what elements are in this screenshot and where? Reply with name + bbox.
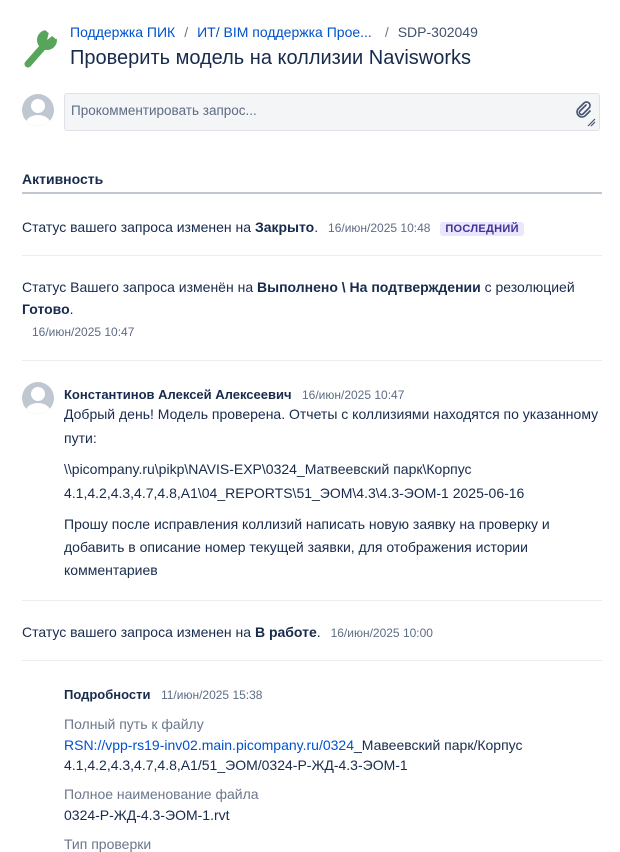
breadcrumb-project-link[interactable]: Поддержка ПИК xyxy=(70,24,175,40)
breadcrumb-queue-link[interactable]: ИТ/ BIM поддержка Прое... xyxy=(197,24,372,40)
divider xyxy=(22,600,602,601)
path-text: _Мавеевский парк/Корпус xyxy=(354,737,523,753)
comment-paragraph-2: \\picompany.ru\pikp\NAVIS-EXP\0324_Матве… xyxy=(64,458,524,504)
path-text: 4.1,4.2,4.3,4.7,4.8,А1/51_ЭОМ/0324-Р-ЖД-… xyxy=(64,757,408,773)
timestamp: 16/июн/2025 10:00 xyxy=(330,626,433,640)
comment-paragraph-1: Добрый день! Модель проверена. Отчеты с … xyxy=(64,403,598,449)
field-value-path: RSN://vpp-rs19-inv02.main.picompany.ru/0… xyxy=(64,735,523,775)
status-change-closed: Статус вашего запроса изменен на Закрыто… xyxy=(22,216,524,240)
details-header: Подробности 11/июн/2025 15:38 xyxy=(64,686,262,704)
activity-divider xyxy=(22,192,602,194)
status-prefix: Статус Вашего запроса изменён на xyxy=(22,279,257,295)
comment-line: Прошу после исправления коллизий написат… xyxy=(64,516,550,532)
status-change-resolved: Статус Вашего запроса изменён на Выполне… xyxy=(22,276,602,320)
timestamp: 16/июн/2025 10:48 xyxy=(328,221,431,235)
comment-header: Константинов Алексей Алексеевич 16/июн/2… xyxy=(64,386,404,404)
file-path-link[interactable]: RSN://vpp-rs19-inv02.main.picompany.ru/0… xyxy=(64,737,354,753)
status-suffix: . xyxy=(316,624,321,640)
activity-heading: Активность xyxy=(22,171,104,187)
resolution-value: Готово xyxy=(22,301,70,317)
current-user-avatar xyxy=(22,94,54,126)
timestamp: 16/июн/2025 10:47 xyxy=(32,325,135,339)
commenter-avatar xyxy=(22,382,54,414)
resize-grip-icon[interactable] xyxy=(587,118,596,127)
paperclip-icon[interactable] xyxy=(575,100,591,118)
status-change-in-progress: Статус вашего запроса изменен на В работ… xyxy=(22,621,433,644)
comment-box[interactable] xyxy=(64,93,600,131)
divider xyxy=(22,255,602,256)
status-value: В работе xyxy=(254,624,317,640)
comment-line: 4.1,4.2,4.3,4.7,4.8,А1\04_REPORTS\51_ЭОМ… xyxy=(64,485,525,501)
comment-paragraph-3: Прошу после исправления коллизий написат… xyxy=(64,513,550,581)
divider xyxy=(22,360,602,361)
field-label-path: Полный путь к файлу xyxy=(64,716,204,732)
latest-badge: ПОСЛЕДНИЙ xyxy=(440,222,524,236)
field-label-filename: Полное наименование файла xyxy=(64,786,259,802)
status-prefix: Статус вашего запроса изменен на xyxy=(22,624,255,640)
resolution-prefix: с резолюцией xyxy=(480,279,575,295)
issue-key: SDP-302049 xyxy=(397,24,478,40)
comment-author: Константинов Алексей Алексеевич xyxy=(64,387,292,402)
status-value: Закрыто xyxy=(254,219,315,235)
comment-line: комментариев xyxy=(64,562,158,578)
status-prefix: Статус вашего запроса изменен на xyxy=(22,219,255,235)
comment-line: \\picompany.ru\pikp\NAVIS-EXP\0324_Матве… xyxy=(64,461,472,477)
comment-line: пути: xyxy=(64,430,97,446)
status-suffix: . xyxy=(314,219,319,235)
page-title: Проверить модель на коллизии Navisworks xyxy=(70,47,471,69)
field-value-filename: 0324-Р-ЖД-4.3-ЭОМ-1.rvt xyxy=(64,807,230,823)
wrench-icon xyxy=(24,26,60,68)
comment-input[interactable] xyxy=(71,100,571,120)
comment-line: Добрый день! Модель проверена. Отчеты с … xyxy=(64,406,599,422)
status-suffix: . xyxy=(69,301,74,317)
details-heading: Подробности xyxy=(64,687,151,702)
timestamp: 16/июн/2025 10:47 xyxy=(301,388,405,402)
status-value: Выполнено \ На подтверждении xyxy=(257,279,481,295)
timestamp: 11/июн/2025 15:38 xyxy=(160,688,263,702)
breadcrumb: Поддержка ПИК / ИТ/ BIM поддержка Прое... /… xyxy=(70,24,478,40)
field-label-check-type: Тип проверки xyxy=(64,836,152,852)
divider xyxy=(22,660,602,661)
comment-line: добавить в описание номер текущей заявки… xyxy=(64,539,528,555)
